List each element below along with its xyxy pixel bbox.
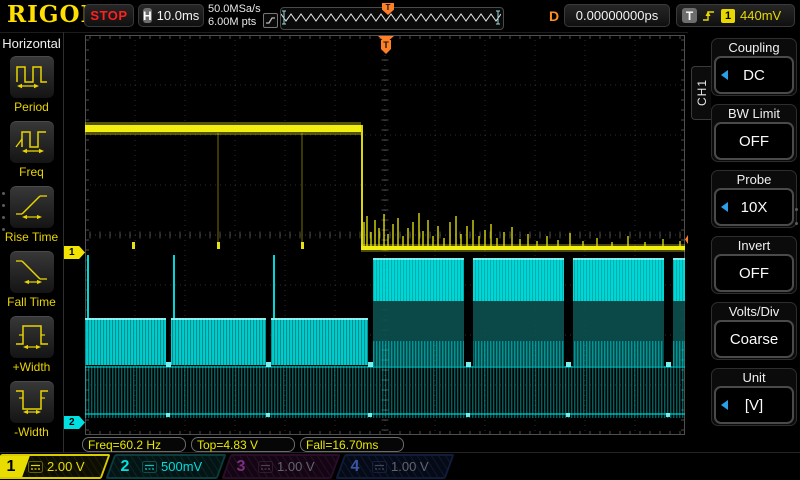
menu-item-probe[interactable]: Probe 10X: [711, 170, 797, 228]
menu-item-invert[interactable]: Invert OFF: [711, 236, 797, 294]
waveform-display[interactable]: T: [85, 35, 685, 435]
ch2-ground-marker[interactable]: 2: [64, 416, 85, 429]
channel3-scale: 1.00 V: [277, 459, 315, 474]
ch1-ground-marker[interactable]: 1: [64, 246, 85, 259]
left-arrow-icon: [721, 400, 728, 410]
measurement-fall: Fall=16.70ms: [300, 437, 404, 452]
channel-tab: CH1: [691, 66, 711, 120]
measurement-top: Top=4.83 V: [191, 437, 295, 452]
channel3-status[interactable]: 3 1.00 V: [221, 454, 340, 479]
trigger-level-value: 440mV: [740, 8, 781, 23]
sidebar-item-rise-time[interactable]: Rise Time: [0, 185, 63, 244]
sidebar-item-freq[interactable]: Freq: [0, 120, 63, 179]
timebase-value: 10.0ms: [157, 8, 200, 23]
delay-value-box[interactable]: 0.00000000ps: [564, 4, 670, 27]
sidebar-item-fall-time[interactable]: Fall Time: [0, 250, 63, 309]
waveform-record-icon: [263, 13, 278, 28]
delay-label: D: [549, 8, 559, 24]
page-dot: [795, 222, 798, 225]
page-dot: [2, 228, 5, 231]
stop-label: STOP: [90, 8, 127, 23]
page-dot: [2, 216, 5, 219]
sidebar-item-period[interactable]: Period: [0, 55, 63, 114]
dc-coupling-icon: [28, 461, 43, 473]
page-dot: [2, 192, 5, 195]
channel1-scale: 2.00 V: [47, 459, 85, 474]
sidebar-item-pos-width[interactable]: +Width: [0, 315, 63, 374]
minimap-brackets: [282, 11, 500, 24]
ch2-trace: [85, 255, 685, 418]
run-stop-status[interactable]: STOP: [84, 4, 134, 27]
channel3-number: 3: [228, 458, 254, 476]
horizontal-chip: H: [143, 8, 152, 23]
fall-time-icon: [14, 255, 50, 290]
trigger-info-box[interactable]: T 1 440mV: [676, 4, 795, 27]
invert-value[interactable]: OFF: [714, 254, 794, 292]
channel2-number: 2: [112, 458, 138, 476]
memory-depth: 6.00M pts: [208, 16, 261, 29]
sample-rate: 50.0MSa/s: [208, 3, 261, 16]
svg-text:T: T: [383, 40, 389, 50]
menu-item-bw-limit[interactable]: BW Limit OFF: [711, 104, 797, 162]
period-icon: [14, 60, 50, 95]
trigger-chip: T: [682, 8, 697, 23]
horizontal-timebase-box[interactable]: H 10.0ms: [138, 4, 204, 27]
trigger-source-badge: 1: [721, 9, 735, 23]
volts-div-value[interactable]: Coarse: [714, 320, 794, 358]
dc-coupling-icon: [372, 461, 387, 473]
probe-value[interactable]: 10X: [714, 188, 794, 226]
page-dot: [2, 204, 5, 207]
acquisition-info: 50.0MSa/s 6.00M pts: [208, 3, 261, 29]
top-status-bar: RIGOL STOP H 10.0ms 50.0MSa/s 6.00M pts …: [0, 0, 800, 33]
minimap-waveform: [281, 14, 501, 21]
measurement-freq: Freq=60.2 Hz: [82, 437, 186, 452]
page-dot: [795, 208, 798, 211]
channel1-status[interactable]: 1 2.00 V: [0, 454, 111, 479]
dc-coupling-icon: [258, 461, 273, 473]
bw-limit-value[interactable]: OFF: [714, 122, 794, 160]
dc-coupling-icon: [142, 461, 157, 473]
menu-item-unit[interactable]: Unit [V]: [711, 368, 797, 426]
trigger-slope-icon: [702, 8, 716, 23]
coupling-value[interactable]: DC: [714, 56, 794, 94]
channel4-number: 4: [342, 458, 368, 476]
waveform-position-bar[interactable]: T: [280, 7, 504, 30]
delay-value: 0.00000000ps: [576, 8, 658, 23]
channel4-scale: 1.00 V: [391, 459, 429, 474]
menu-item-coupling[interactable]: Coupling DC: [711, 38, 797, 96]
horizontal-measure-sidebar: Horizontal Period Freq Rise Time Fall Ti…: [0, 32, 64, 452]
unit-value[interactable]: [V]: [714, 386, 794, 424]
channel2-status[interactable]: 2 500mV: [105, 454, 226, 479]
left-arrow-icon: [721, 202, 728, 212]
oscilloscope-screen: RIGOL STOP H 10.0ms 50.0MSa/s 6.00M pts …: [0, 0, 800, 480]
rise-time-icon: [14, 190, 50, 225]
freq-icon: [14, 125, 50, 160]
sidebar-item-neg-width[interactable]: -Width: [0, 380, 63, 439]
minus-width-icon: [14, 385, 50, 420]
ch1-trace: [85, 122, 685, 252]
menu-item-volts-div[interactable]: Volts/Div Coarse: [711, 302, 797, 360]
left-arrow-icon: [721, 70, 728, 80]
sidebar-title: Horizontal: [0, 32, 63, 51]
channel4-status[interactable]: 4 1.00 V: [335, 454, 454, 479]
channel1-number: 1: [0, 458, 24, 476]
plus-width-icon: [14, 320, 50, 355]
channel-status-bar: 1 2.00 V 2 500mV 3 1.00: [0, 452, 800, 480]
channel2-scale: 500mV: [161, 459, 202, 474]
channel-menu: CH1 Coupling DC BW Limit OFF Probe 10X I…: [688, 32, 800, 452]
